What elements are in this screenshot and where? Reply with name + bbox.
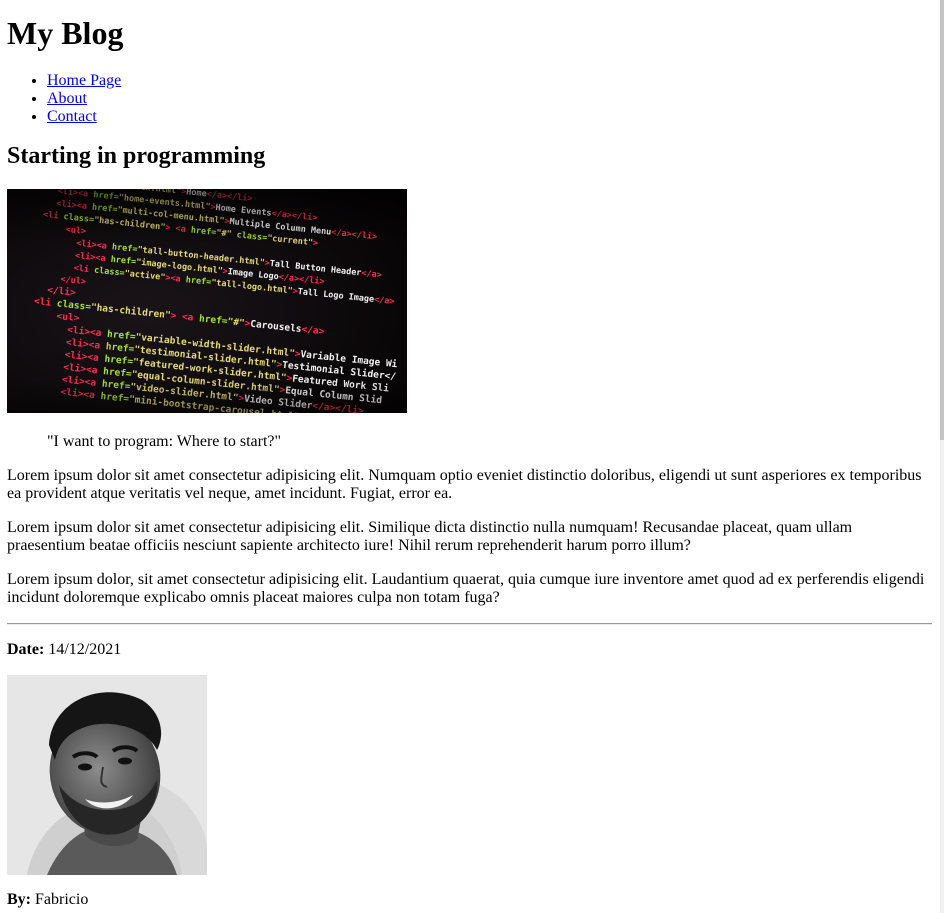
nav-item-home: Home Page [47, 72, 932, 90]
author-label: By: [7, 891, 31, 908]
post-author: By: Fabricio [7, 891, 932, 909]
post-paragraph-2: Lorem ipsum dolor sit amet consectetur a… [7, 519, 853, 554]
post-paragraph-3: Lorem ipsum dolor, sit amet consectetur … [7, 571, 925, 606]
date-value: 14/12/2021 [44, 641, 122, 658]
nav-link-home-page[interactable]: Home Page [47, 72, 121, 89]
post-hero-image: <li><a href="index.html">Home</a></li><l… [7, 189, 407, 413]
code-screenshot-image: <li><a href="index.html">Home</a></li><l… [7, 189, 407, 413]
page: My Blog Home Page About Contact Starting… [7, 0, 932, 909]
site-title: My Blog [7, 15, 124, 51]
post-date: Date: 14/12/2021 [7, 641, 932, 659]
author-photo [7, 675, 207, 875]
nav-item-about: About [47, 90, 932, 108]
post-title: Starting in programming [7, 143, 266, 169]
vertical-scrollbar[interactable] [940, 0, 944, 913]
nav-item-contact: Contact [47, 108, 932, 126]
author-avatar [7, 675, 207, 875]
post-paragraph-1: Lorem ipsum dolor sit amet consectetur a… [7, 467, 922, 502]
nav-list: Home Page About Contact [7, 72, 932, 126]
nav-link-contact[interactable]: Contact [47, 108, 97, 125]
author-value: Fabricio [31, 891, 89, 908]
divider [7, 623, 932, 625]
scrollbar-thumb[interactable] [940, 0, 944, 440]
nav-link-about[interactable]: About [47, 90, 87, 107]
date-label: Date: [7, 641, 45, 658]
post-quote: "I want to program: Where to start?" [47, 433, 282, 450]
